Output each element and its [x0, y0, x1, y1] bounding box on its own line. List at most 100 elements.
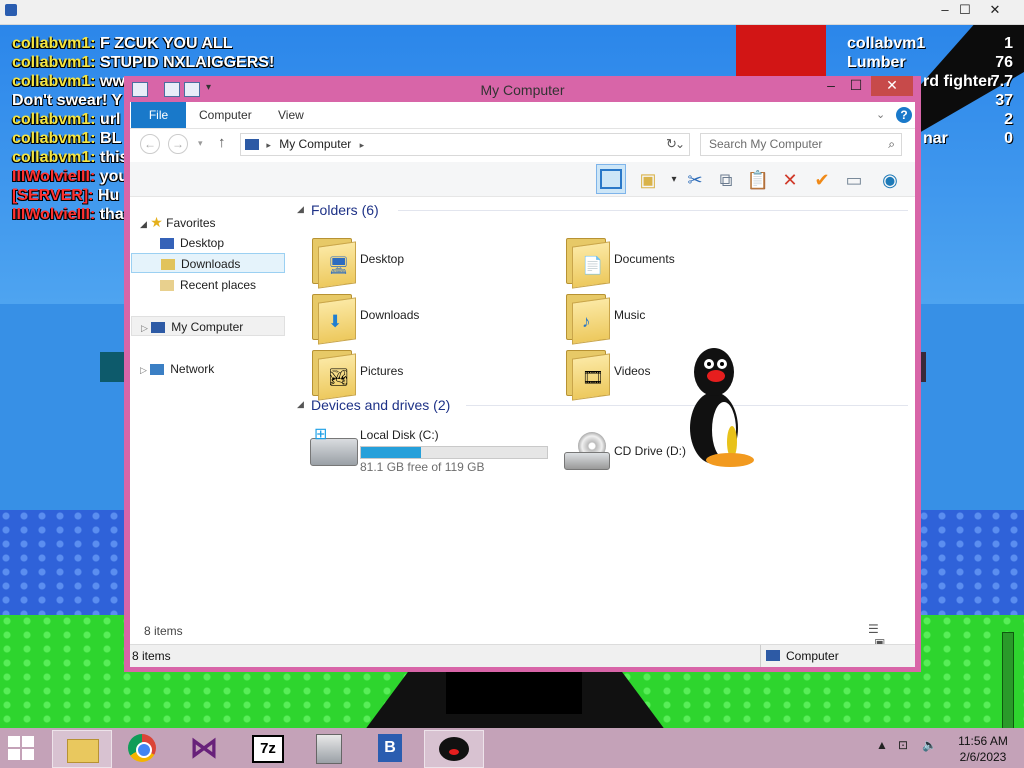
chat-message: STUPID NXLAIGGERS! — [95, 54, 275, 71]
sidebar-item-recent-places[interactable]: Recent places — [160, 275, 256, 295]
address-bar[interactable]: ▸ My Computer ▸ ⌄ — [240, 133, 690, 156]
leaderboard-row: collabvm1 1 — [845, 34, 1015, 53]
taskbar-7zip[interactable]: 7z — [238, 730, 296, 766]
close-icon[interactable]: ✕ — [980, 0, 1010, 22]
sidebar-item-label: Favorites — [166, 216, 216, 230]
window-titlebar[interactable]: ▾ My Computer – ☐ ✕ — [124, 76, 921, 102]
pingu-character — [690, 348, 754, 467]
collapse-icon[interactable]: ◢ — [297, 204, 304, 215]
search-placeholder: Search My Computer — [709, 137, 823, 151]
ribbon: File Computer View ⌄ ? — [130, 102, 915, 129]
collapse-icon[interactable]: ◢ — [297, 399, 304, 410]
search-input[interactable]: Search My Computer ⌕ — [700, 133, 902, 156]
close-icon[interactable]: ✕ — [871, 76, 913, 96]
window-body: File Computer View ⌄ ? ← → ▾ ↑ ▸ My Comp… — [130, 102, 915, 667]
show-hidden-icons[interactable]: ▲ — [876, 738, 888, 752]
player-score: 2 — [1004, 111, 1013, 128]
folder-tile[interactable]: 🏞 Pictures — [310, 348, 540, 401]
roblox-icon — [5, 4, 17, 16]
chat-user: IIIWolvieIII: — [12, 168, 96, 185]
breadcrumb[interactable]: My Computer — [279, 137, 351, 151]
volume-icon[interactable]: 🔈 — [922, 738, 937, 752]
minimize-icon[interactable]: – — [820, 76, 842, 96]
folder-tile[interactable]: ♪ Music — [564, 292, 794, 345]
cd-drive-icon — [564, 432, 610, 470]
cut-icon[interactable]: ✂ — [683, 168, 707, 192]
music-folder-icon: ♪ — [564, 294, 610, 345]
taskbar-roblox[interactable]: B — [362, 730, 420, 766]
hard-drive-icon: ⊞ — [310, 427, 358, 466]
help-icon[interactable]: ? — [896, 107, 912, 123]
folder-tile[interactable]: 🎞 Videos — [564, 348, 794, 401]
start-button[interactable] — [8, 736, 36, 762]
globe-icon[interactable]: ◉ — [878, 168, 902, 192]
visual-studio-icon: ⋈ — [190, 732, 218, 763]
taskbar-installer[interactable] — [300, 730, 358, 766]
tab-file[interactable]: File — [131, 102, 186, 128]
leaderboard-row: Lumber 76 — [845, 53, 1015, 72]
folder-tile[interactable]: 🖥 Desktop — [310, 236, 540, 289]
file-explorer-icon — [67, 739, 99, 763]
folder-check-icon[interactable]: ▣ — [636, 168, 660, 192]
taskbar: ⋈ 7z B ▲ ⊡ 🔈 11:56 AM 2/6/2023 — [0, 728, 1024, 768]
sidebar-item-label: Downloads — [181, 257, 241, 271]
recent-pages-icon[interactable]: ▾ — [198, 138, 203, 149]
videos-folder-icon: 🎞 — [564, 350, 610, 401]
player-score: 0 — [1004, 130, 1013, 147]
folder-tile[interactable]: 📄 Documents — [564, 236, 794, 289]
chat-message: Don't swear! Y — [12, 92, 123, 109]
cd-drive-tile[interactable]: CD Drive (D:) — [564, 428, 794, 480]
rename-icon[interactable]: ▭ — [842, 168, 866, 192]
folder-label: Music — [614, 308, 646, 322]
game-titlebar: – ☐ ✕ — [0, 0, 1024, 25]
black-platform-top — [446, 668, 582, 714]
player-name: collabvm1 — [847, 35, 926, 52]
drive-label: CD Drive (D:) — [614, 444, 686, 458]
tab-view[interactable]: View — [278, 102, 304, 128]
refresh-icon[interactable]: ↻ — [666, 136, 677, 152]
paste-icon[interactable]: 📋 — [746, 168, 770, 192]
tab-computer[interactable]: Computer — [199, 102, 252, 128]
star-icon: ★ — [150, 214, 163, 230]
sidebar-item-my-computer[interactable]: ▷ My Computer — [131, 316, 285, 336]
sidebar-item-desktop[interactable]: Desktop — [160, 233, 224, 253]
expand-icon[interactable]: ▷ — [140, 365, 147, 375]
search-icon[interactable]: ⌕ — [888, 134, 895, 155]
maximize-icon[interactable]: ☐ — [950, 0, 980, 22]
forward-button[interactable]: → — [168, 134, 188, 154]
desktop-folder-icon: 🖥 — [310, 238, 356, 289]
folders-header[interactable]: Folders (6) — [311, 200, 379, 220]
up-button[interactable]: ↑ — [218, 134, 226, 151]
expand-icon[interactable]: ◢ — [140, 219, 147, 229]
details-view-icon[interactable]: ☰ — [868, 622, 879, 636]
folder-tile[interactable]: ⬇ Downloads — [310, 292, 540, 345]
clock[interactable]: 11:56 AM 2/6/2023 — [950, 733, 1016, 765]
back-button[interactable]: ← — [140, 134, 160, 154]
status-separator — [760, 645, 761, 667]
copy-icon[interactable]: ⧉ — [714, 168, 738, 192]
taskbar-file-explorer[interactable] — [52, 730, 112, 768]
group-divider — [398, 210, 908, 211]
sidebar-item-downloads[interactable]: Downloads — [131, 253, 285, 273]
taskbar-pingu[interactable] — [424, 730, 484, 768]
devices-header[interactable]: Devices and drives (2) — [311, 395, 450, 415]
preview-pane-icon[interactable] — [596, 164, 626, 194]
expand-icon[interactable]: ▷ — [141, 323, 148, 333]
delete-icon[interactable]: ✕ — [778, 168, 802, 192]
maximize-icon[interactable]: ☐ — [844, 76, 868, 96]
checkmark-icon[interactable]: ✔ — [810, 168, 834, 192]
sidebar-item-favorites[interactable]: ◢ ★ Favorites — [140, 212, 216, 232]
breadcrumb-chevron-icon: ▸ — [359, 140, 365, 150]
local-disk-tile[interactable]: ⊞ Local Disk (C:) 81.1 GB free of 119 GB — [310, 427, 560, 480]
taskbar-visual-studio[interactable]: ⋈ — [176, 730, 234, 766]
clock-time: 11:56 AM — [958, 734, 1008, 748]
taskbar-chrome[interactable] — [114, 730, 172, 766]
ribbon-expand-icon[interactable]: ⌄ — [876, 108, 885, 121]
sidebar-item-network[interactable]: ▷ Network — [140, 359, 214, 379]
player-score: 1 — [1004, 35, 1013, 52]
computer-icon — [151, 322, 166, 334]
network-tray-icon[interactable]: ⊡ — [898, 738, 908, 752]
chat-message: F ZCUK YOU ALL — [95, 35, 233, 52]
player-name: Lumber — [847, 54, 906, 71]
computer-icon — [766, 650, 780, 661]
